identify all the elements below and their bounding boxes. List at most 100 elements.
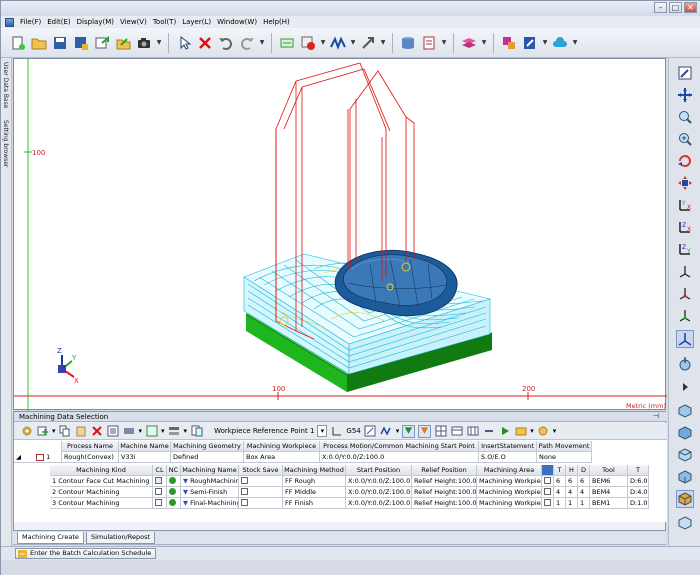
geometry-cell[interactable]: Defined — [171, 452, 244, 463]
camera-dropdown-icon[interactable]: ▼ — [156, 33, 162, 53]
col-machining-geometry[interactable]: Machining Geometry — [171, 441, 244, 452]
machining-kind-cell[interactable]: Contour Machining — [58, 488, 119, 496]
col-d[interactable]: D — [578, 465, 590, 476]
col-machining-area[interactable]: Machining Area — [477, 465, 542, 476]
save-button[interactable] — [51, 33, 69, 53]
col-process-motion[interactable]: Process Motion/Common Machining Start Po… — [320, 441, 479, 452]
table-row[interactable]: 3 Contour Machining ▼ Final-Machining FF… — [14, 498, 649, 509]
col-tool-desc[interactable]: T — [628, 465, 649, 476]
cl-checkbox[interactable] — [155, 499, 162, 506]
start-position-cell[interactable]: X:0.0/Y:0.0/Z:100.0 — [346, 487, 412, 498]
zoom-window-button[interactable] — [676, 130, 694, 148]
workpiece-cell[interactable]: Box Area — [244, 452, 320, 463]
list-button[interactable] — [107, 425, 120, 438]
remove-dropdown-icon[interactable]: ▼ — [320, 33, 326, 53]
close-button[interactable]: ✕ — [684, 2, 697, 13]
d-cell[interactable]: 1 — [578, 498, 590, 509]
camera-button[interactable] — [135, 33, 153, 53]
view-tool-button[interactable] — [676, 354, 694, 372]
pointer-dropdown-icon[interactable]: ▼ — [380, 33, 386, 53]
link-button[interactable] — [482, 425, 495, 438]
col-machining-method[interactable]: Machining Method — [283, 465, 346, 476]
layer-button[interactable] — [460, 33, 478, 53]
menu-file[interactable]: File(F) — [20, 18, 41, 26]
menu-tool[interactable]: Tool(T) — [153, 18, 176, 26]
undo-button[interactable] — [217, 33, 235, 53]
paste-button[interactable] — [75, 425, 88, 438]
cl-checkbox[interactable] — [155, 477, 162, 484]
toolpath-button[interactable] — [329, 33, 347, 53]
process-name-cell[interactable]: Rough(Convex) — [62, 452, 119, 463]
app-icon[interactable] — [5, 17, 14, 27]
add-process-button[interactable] — [36, 425, 49, 438]
machining-name-cell[interactable]: Semi-Finish — [190, 488, 227, 496]
col-cl[interactable]: CL — [153, 465, 167, 476]
cube-iso-button[interactable] — [676, 490, 694, 508]
export-button[interactable] — [114, 33, 132, 53]
machining-name-cell[interactable]: RoughMachining — [190, 477, 238, 485]
stock-save-checkbox[interactable] — [241, 499, 248, 506]
col-machining-workpiece[interactable]: Machining Workpiece — [244, 441, 320, 452]
panel-delete-button[interactable] — [91, 425, 104, 438]
table-row[interactable]: 1 Contour Face Cut Machining ▼ RoughMach… — [14, 476, 649, 487]
col-h[interactable]: H — [566, 465, 578, 476]
col-t[interactable]: T — [554, 465, 566, 476]
cloud-button[interactable] — [551, 33, 569, 53]
select-button[interactable] — [175, 33, 193, 53]
machining-area-cell[interactable]: Machining Workpiece — [477, 498, 542, 509]
path-movement-cell[interactable]: None — [537, 452, 592, 463]
machining-method-cell[interactable]: FF Rough — [283, 476, 346, 487]
machining-kind-cell[interactable]: Contour Machining — [58, 499, 119, 507]
menu-view[interactable]: View(V) — [120, 18, 147, 26]
filter-off-button[interactable] — [418, 424, 432, 438]
redo-dropdown-icon[interactable]: ▼ — [259, 33, 265, 53]
tab-simulation-repost[interactable]: Simulation/Repost — [85, 532, 156, 544]
filter-on-button[interactable] — [402, 424, 416, 438]
menu-window[interactable]: Window(W) — [217, 18, 257, 26]
3d-viewport[interactable]: 100 100 200 Metric (mm) Z Y X — [13, 58, 667, 411]
cloud-dropdown-icon[interactable]: ▼ — [572, 33, 578, 53]
wcs-button[interactable] — [330, 425, 343, 438]
zoom-button[interactable] — [676, 108, 694, 126]
h-cell[interactable]: 1 — [566, 498, 578, 509]
view-iso1-button[interactable] — [676, 262, 694, 280]
tool-cell[interactable]: BEM4 — [590, 487, 628, 498]
process-row[interactable]: ◢ 1 Rough(Convex) V33i Defined Box Area … — [14, 452, 592, 463]
database-button[interactable] — [399, 33, 417, 53]
stock-save-checkbox[interactable] — [241, 488, 248, 495]
pan-button[interactable] — [676, 86, 694, 104]
machining-area-cell[interactable]: Machining Workpiece — [477, 487, 542, 498]
relief-position-cell[interactable]: Relief Height:100.0 — [412, 498, 477, 509]
col-machining-kind[interactable]: Machining Kind — [50, 465, 153, 476]
tool-cell[interactable]: BEM6 — [590, 476, 628, 487]
machining-kind-cell[interactable]: Contour Face Cut Machining — [58, 477, 149, 485]
stack-button[interactable] — [168, 425, 181, 438]
tab-setting-browser[interactable]: Setting browser — [2, 120, 9, 167]
row-select-checkbox[interactable] — [544, 499, 551, 506]
create-geometry-button[interactable] — [278, 33, 296, 53]
workpiece-dropdown[interactable]: ▾ — [317, 425, 328, 437]
grid-view-button[interactable] — [434, 425, 447, 438]
report-dropdown-icon[interactable]: ▼ — [441, 33, 447, 53]
remove-geometry-button[interactable] — [299, 33, 317, 53]
machining-area-cell[interactable]: Machining Workpiece — [477, 476, 542, 487]
import-button[interactable] — [93, 33, 111, 53]
cube-right-button[interactable] — [676, 514, 694, 532]
simulate-button[interactable] — [498, 425, 511, 438]
col-select-all[interactable] — [542, 465, 554, 476]
report-button[interactable] — [420, 33, 438, 53]
machining-name-cell[interactable]: Final-Machining — [190, 499, 238, 507]
edit-dropdown-icon[interactable]: ▼ — [542, 33, 548, 53]
delete-button[interactable] — [196, 33, 214, 53]
open-folder-button[interactable] — [30, 33, 48, 53]
cl-checkbox[interactable] — [155, 488, 162, 495]
col-machining-name[interactable]: Machining Name — [181, 465, 239, 476]
menu-layer[interactable]: Layer(L) — [182, 18, 211, 26]
col-stock-save[interactable]: Stock Save — [239, 465, 283, 476]
start-position-cell[interactable]: X:0.0/Y:0.0/Z:100.0 — [346, 476, 412, 487]
relief-position-cell[interactable]: Relief Height:100.0 — [412, 487, 477, 498]
cube-front-button[interactable] — [676, 402, 694, 420]
machining-method-cell[interactable]: FF Middle — [283, 487, 346, 498]
machine-name-cell[interactable]: V33i — [119, 452, 171, 463]
toolpath-dropdown-icon[interactable]: ▼ — [350, 33, 356, 53]
